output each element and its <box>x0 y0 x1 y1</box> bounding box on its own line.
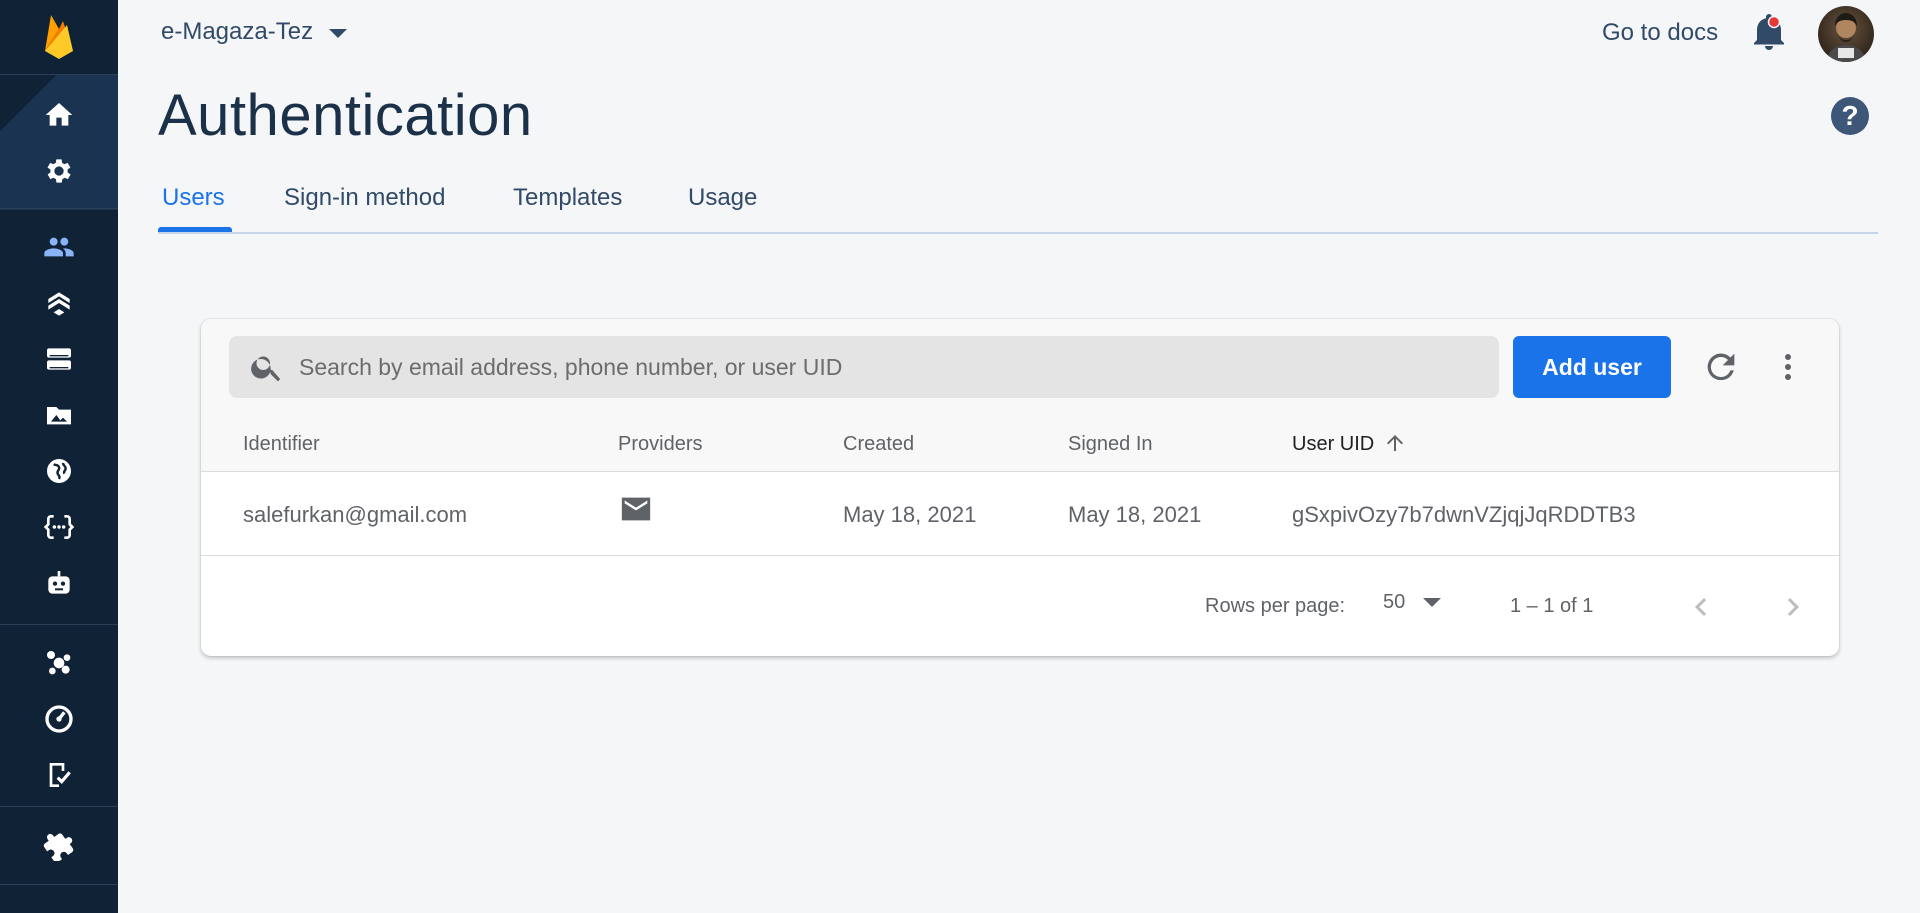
user-uid: gSxpivOzy7b7dwnVZjqjJqRDDTB3 <box>1292 502 1636 527</box>
sidebar-divider <box>0 806 118 807</box>
pagination-range: 1 – 1 of 1 <box>1510 595 1594 617</box>
hosting-icon[interactable] <box>40 452 78 490</box>
refresh-icon[interactable] <box>1701 347 1741 387</box>
tab-bar: Users Sign-in method Templates Usage <box>158 182 1878 234</box>
settings-icon[interactable] <box>40 152 78 190</box>
chevron-down-icon <box>329 29 348 38</box>
sidebar-divider <box>0 884 118 885</box>
tab-usage[interactable]: Usage <box>688 184 757 212</box>
page-title: Authentication <box>158 83 533 148</box>
go-to-docs-link[interactable]: Go to docs <box>1602 19 1718 47</box>
rows-per-page-label: Rows per page: <box>1205 595 1346 617</box>
column-header-signed-in[interactable]: Signed In <box>1068 433 1153 456</box>
table-row[interactable]: salefurkan@gmail.com May 18, 2021 May 18… <box>201 472 1839 556</box>
tab-sign-in-method[interactable]: Sign-in method <box>284 184 445 212</box>
sidebar-divider <box>0 624 118 625</box>
crashlytics-icon[interactable] <box>40 644 78 682</box>
sidebar <box>0 0 118 913</box>
tab-users[interactable]: Users <box>162 184 225 212</box>
active-tab-indicator <box>158 227 232 232</box>
extensions-icon[interactable] <box>40 826 78 864</box>
firebase-flame-icon <box>45 15 73 59</box>
project-name: e-Magaza-Tez <box>161 18 314 45</box>
home-icon[interactable] <box>40 96 78 134</box>
performance-icon[interactable] <box>40 700 78 738</box>
functions-icon[interactable] <box>40 508 78 546</box>
sidebar-divider <box>0 208 118 209</box>
search-bar[interactable] <box>229 336 1499 398</box>
user-avatar[interactable] <box>1818 6 1874 62</box>
firestore-icon[interactable] <box>40 284 78 322</box>
email-provider-icon <box>621 497 651 521</box>
user-created-date: May 18, 2021 <box>843 502 977 527</box>
project-switcher[interactable]: e-Magaza-Tez <box>161 18 348 46</box>
authentication-icon[interactable] <box>40 228 78 266</box>
search-input[interactable] <box>299 353 1479 381</box>
ml-icon[interactable] <box>40 564 78 602</box>
chevron-down-icon <box>1423 598 1442 607</box>
users-card: Add user Identifier Providers Created Si… <box>201 319 1839 656</box>
column-header-user-uid[interactable]: User UID <box>1292 433 1374 456</box>
help-icon[interactable]: ? <box>1831 97 1869 135</box>
tab-templates[interactable]: Templates <box>513 184 622 212</box>
search-icon <box>251 356 281 382</box>
storage-icon[interactable] <box>40 396 78 434</box>
firebase-logo[interactable] <box>0 0 118 75</box>
rows-per-page-select[interactable]: 50 <box>1383 591 1442 614</box>
test-lab-icon[interactable] <box>40 756 78 794</box>
more-options-icon[interactable] <box>1773 347 1803 387</box>
next-page-icon[interactable] <box>1775 589 1811 625</box>
notifications-bell-icon[interactable] <box>1752 14 1786 52</box>
sort-ascending-icon[interactable] <box>1383 431 1407 455</box>
previous-page-icon[interactable] <box>1683 589 1719 625</box>
rows-per-page-value: 50 <box>1383 591 1406 613</box>
user-identifier: salefurkan@gmail.com <box>243 502 468 527</box>
user-signed-in-date: May 18, 2021 <box>1068 502 1202 527</box>
add-user-button[interactable]: Add user <box>1513 336 1671 398</box>
realtime-database-icon[interactable] <box>40 340 78 378</box>
column-header-created[interactable]: Created <box>843 433 914 456</box>
column-header-identifier[interactable]: Identifier <box>243 433 320 456</box>
column-header-providers[interactable]: Providers <box>618 433 702 456</box>
